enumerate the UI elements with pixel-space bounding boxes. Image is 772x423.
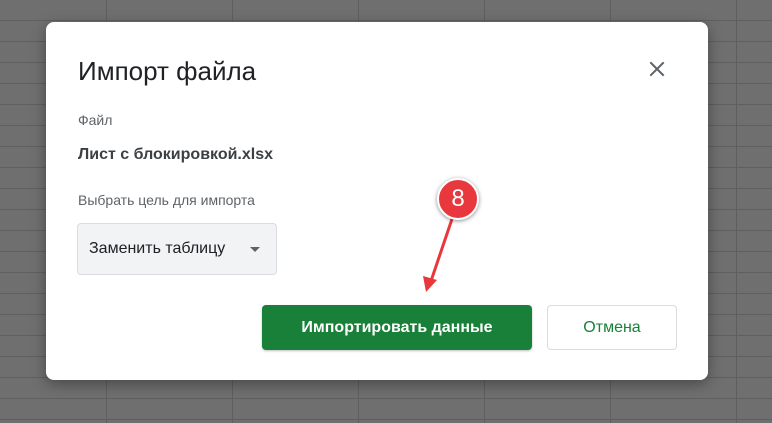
close-icon xyxy=(649,61,665,77)
close-button[interactable] xyxy=(644,56,670,82)
import-data-button[interactable]: Импортировать данные xyxy=(262,305,532,350)
chevron-down-icon xyxy=(250,247,260,252)
step-number-badge: 8 xyxy=(437,178,479,220)
cancel-button[interactable]: Отмена xyxy=(547,305,677,350)
import-target-label: Выбрать цель для импорта xyxy=(78,192,255,208)
file-name: Лист с блокировкой.xlsx xyxy=(78,146,274,163)
import-file-dialog: Импорт файла Файл Лист с блокировкой.xls… xyxy=(46,22,708,380)
import-target-selected-value: Заменить таблицу xyxy=(89,240,226,257)
import-target-dropdown[interactable]: Заменить таблицу xyxy=(77,223,277,275)
file-label: Файл xyxy=(78,112,113,128)
dialog-title: Импорт файла xyxy=(78,56,257,86)
